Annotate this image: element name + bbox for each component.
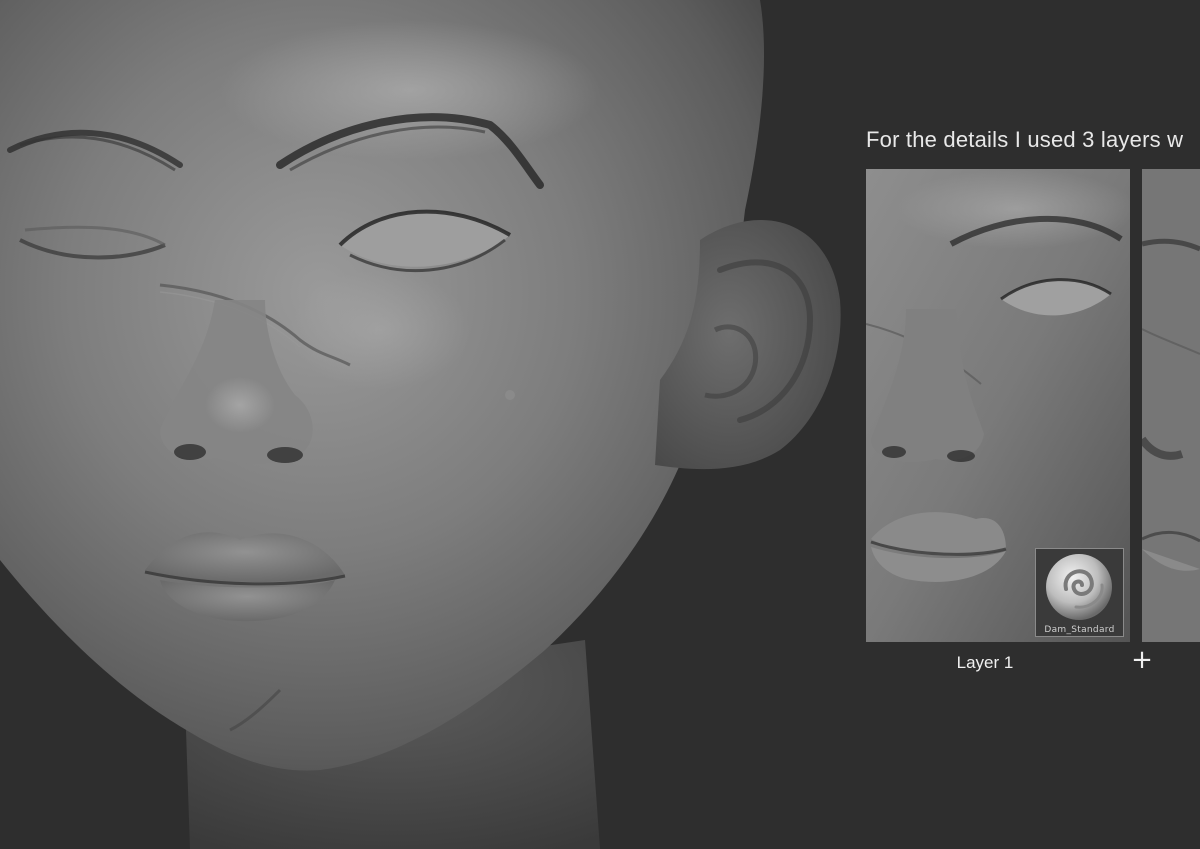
canvas: For the details I used 3 layers w Dam_St… <box>0 0 1200 849</box>
dam-standard-brush-icon: Dam_Standard <box>1035 548 1124 637</box>
layer-2-preview <box>1142 169 1200 642</box>
head-sculpt-render <box>0 0 860 849</box>
brush-name: Dam_Standard <box>1044 625 1115 635</box>
layer-1-label: Layer 1 <box>956 653 1014 672</box>
plus-icon: + <box>1131 645 1153 675</box>
caption-text: For the details I used 3 layers w <box>866 127 1184 152</box>
